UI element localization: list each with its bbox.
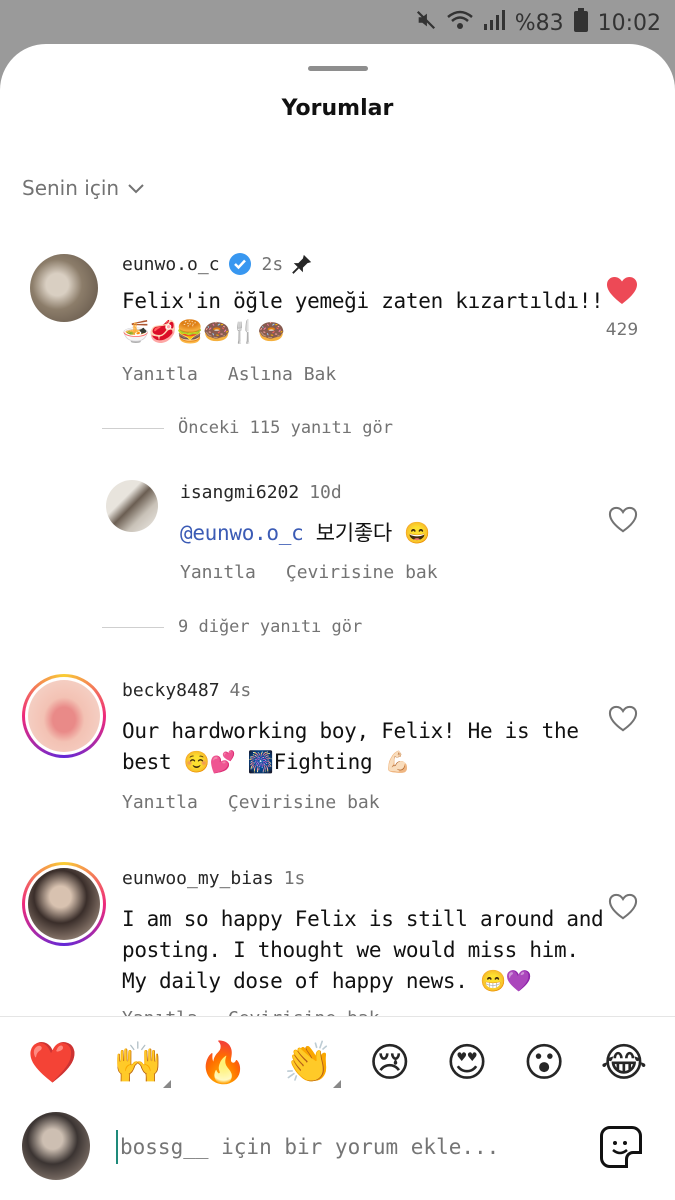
current-user-avatar: [22, 1112, 90, 1180]
see-translation-button[interactable]: Çevirisine bak: [286, 562, 438, 583]
emoji-fire-button[interactable]: 🔥: [198, 1039, 248, 1086]
sheet-drag-handle[interactable]: [308, 66, 368, 71]
comment-text: @eunwo.o_c 보기좋다 😄: [180, 521, 431, 545]
view-previous-replies[interactable]: Önceki 115 yanıtı gör: [102, 418, 393, 438]
comment-text: Felix'in öğle yemeği zaten kızartıldı!! …: [122, 289, 604, 345]
emoji-surprised-button[interactable]: 😮: [523, 1040, 565, 1086]
skin-tone-indicator-icon: [333, 1080, 342, 1088]
quick-reaction-bar: ❤️ 🙌 🔥 👏 😢 😍 😮 😂: [0, 1016, 675, 1108]
comment-text: Our hardworking boy, Felix! He is the be…: [122, 719, 579, 774]
comment-username-row: isangmi6202 10d: [180, 482, 342, 503]
comment-actions: Yanıtla Aslına Bak: [122, 364, 336, 385]
sticker-icon[interactable]: [600, 1126, 642, 1168]
comment-actions: Yanıtla Çevirisine bak: [122, 792, 380, 813]
comment-text: I am so happy Felix is still around and …: [122, 907, 604, 993]
filter-label: Senin için: [22, 176, 120, 200]
avatar: [28, 868, 100, 940]
avatar: [28, 680, 100, 752]
comment-time: 10d: [309, 482, 342, 503]
comment-time: 2s: [261, 253, 284, 275]
see-original-button[interactable]: Aslına Bak: [228, 364, 336, 385]
emoji-crying-button[interactable]: 😢: [369, 1040, 411, 1086]
emoji-clap-button[interactable]: 👏: [284, 1039, 342, 1088]
comment-username[interactable]: isangmi6202: [180, 482, 299, 503]
clock: 10:02: [597, 10, 661, 36]
comment-username-row: becky8487 4s: [122, 680, 251, 701]
comment-actions: Yanıtla Çevirisine bak: [180, 562, 438, 583]
like-button[interactable]: [606, 893, 640, 925]
avatar-story-ring[interactable]: [22, 862, 106, 946]
pin-icon: [291, 253, 313, 275]
like-button[interactable]: [606, 506, 640, 538]
comment-username[interactable]: becky8487: [122, 680, 220, 701]
wifi-icon: [446, 9, 473, 37]
like-count: 429: [605, 320, 639, 340]
smiley-icon: [612, 1141, 628, 1155]
avatar[interactable]: [30, 254, 98, 322]
see-translation-button[interactable]: Çevirisine bak: [228, 792, 380, 813]
divider-line: [102, 427, 164, 429]
chevron-down-icon: [127, 176, 145, 200]
status-icons: %83 10:02: [415, 8, 661, 38]
verified-badge-icon: [228, 252, 252, 276]
emoji-raised-hands-button[interactable]: 🙌: [113, 1039, 171, 1088]
comment-compose-bar: [0, 1108, 675, 1200]
skin-tone-indicator-icon: [162, 1080, 171, 1088]
sheet-title: Yorumlar: [281, 96, 394, 121]
reply-button[interactable]: Yanıtla: [122, 792, 198, 813]
battery-percent: %83: [514, 10, 564, 36]
avatar-story-ring[interactable]: [22, 674, 106, 758]
comment-time: 4s: [229, 680, 252, 701]
comment-input[interactable]: [116, 1130, 576, 1164]
heart-filled-icon: [607, 277, 637, 304]
comment-username-row: eunwo.o_c 2s: [122, 252, 313, 276]
comment-time: 1s: [283, 868, 306, 889]
heart-outline-icon: [608, 506, 638, 533]
comment-username-row: eunwoo_my_bias 1s: [122, 868, 305, 889]
like-button[interactable]: [606, 705, 640, 737]
heart-outline-icon: [608, 705, 638, 732]
reply-button[interactable]: Yanıtla: [180, 562, 256, 583]
signal-icon: [483, 9, 505, 37]
comments-sheet: Yorumlar Senin için eunwo.o_c 2s Felix'i…: [0, 44, 675, 1200]
reply-button[interactable]: Yanıtla: [122, 364, 198, 385]
mention-link[interactable]: @eunwo.o_c: [180, 521, 304, 545]
emoji-laughing-button[interactable]: 😂: [600, 1040, 647, 1086]
status-bar: %83 10:02: [0, 0, 675, 46]
like-button[interactable]: [605, 276, 639, 310]
mute-icon: [415, 9, 437, 37]
avatar[interactable]: [106, 480, 158, 532]
emoji-heart-button[interactable]: ❤️: [28, 1039, 78, 1086]
heart-outline-icon: [608, 893, 638, 920]
emoji-heart-eyes-button[interactable]: 😍: [446, 1040, 488, 1086]
comment-username[interactable]: eunwoo_my_bias: [122, 868, 274, 889]
comment-username[interactable]: eunwo.o_c: [122, 254, 220, 275]
divider-line: [102, 626, 164, 628]
view-more-replies[interactable]: 9 diğer yanıtı gör: [102, 617, 362, 637]
comment-filter-dropdown[interactable]: Senin için: [22, 176, 145, 200]
battery-icon: [573, 8, 588, 38]
